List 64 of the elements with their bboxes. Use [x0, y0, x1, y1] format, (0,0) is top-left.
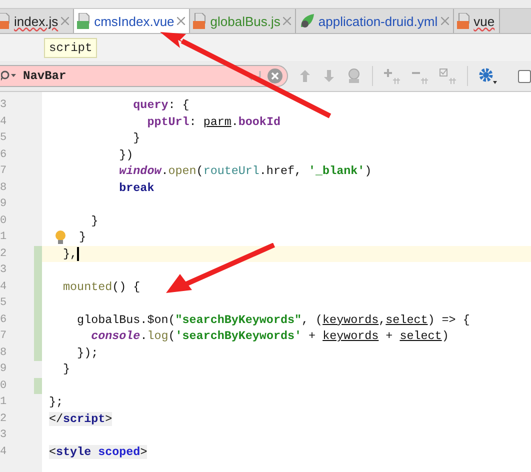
line-number: 6: [0, 312, 8, 328]
search-icon: [1, 70, 17, 82]
vue-file-icon: [77, 13, 92, 29]
code-line: };: [49, 395, 64, 410]
lightbulb-icon[interactable]: [55, 230, 66, 245]
line-number: 5: [0, 131, 8, 146]
line-number: 1: [0, 395, 8, 410]
line-number: 9: [0, 197, 8, 212]
line-number: 5: [0, 296, 8, 312]
line-number: 2: [0, 412, 8, 427]
settings-icon[interactable]: [478, 67, 498, 85]
line-number: 8: [0, 180, 8, 196]
editor-tab[interactable]: application-druid.yml: [296, 9, 454, 33]
code-line: mounted() {: [62, 280, 140, 294]
line-number: 0: [0, 378, 8, 394]
line-number: 4: [0, 114, 8, 130]
js-file-icon: [0, 13, 11, 29]
badge-icon[interactable]: [346, 68, 362, 84]
editor-tab[interactable]: index.js: [0, 9, 74, 33]
code-line: }: [79, 230, 86, 244]
line-number: 3: [0, 428, 8, 444]
arrow-up-icon[interactable]: [298, 69, 312, 83]
line-number: 2: [0, 246, 8, 262]
line-number: 3: [0, 263, 8, 278]
leaf-icon: [299, 13, 316, 29]
line-number: 1: [0, 230, 8, 246]
code-line: });: [76, 346, 98, 360]
search-field[interactable]: NavBar: [0, 65, 288, 87]
js-file-icon: [456, 13, 471, 29]
js-file-icon: [193, 13, 208, 29]
close-icon[interactable]: [440, 17, 449, 25]
close-icon[interactable]: [177, 17, 186, 25]
enter-icon[interactable]: [247, 71, 262, 81]
line-number: 0: [0, 214, 8, 229]
editor-tab[interactable]: cmsIndex.vue: [74, 9, 190, 33]
line-number: 8: [0, 346, 8, 361]
code-line: break: [118, 180, 154, 195]
line-number: 7: [0, 329, 8, 344]
clear-icon[interactable]: [267, 68, 284, 84]
tooltip: script: [44, 38, 98, 58]
close-icon[interactable]: [61, 17, 70, 25]
code-line: globalBus.$on("searchByKeywords", (keywords,select) => {: [76, 312, 470, 327]
line-number: 3: [0, 98, 8, 114]
line-number: 4: [0, 280, 8, 295]
line-number: 6: [0, 148, 8, 163]
text-caret: [77, 246, 80, 261]
code-line: pptUrl: parm.bookId: [146, 114, 280, 129]
close-icon[interactable]: [283, 17, 292, 25]
select-all-icon[interactable]: [439, 68, 458, 84]
code-line: console.log('searchByKeywords' + keywords + select): [90, 329, 449, 344]
line-number: 4: [0, 444, 8, 460]
line-number: 9: [0, 362, 8, 378]
editor-tab[interactable]: vue: [454, 9, 500, 33]
code-line: }: [62, 362, 70, 376]
code-line: query: {: [132, 98, 190, 112]
checkbox[interactable]: [518, 70, 531, 82]
code-line: }): [118, 148, 134, 162]
add-occurrence-icon[interactable]: [383, 68, 402, 84]
line-number: 7: [0, 164, 8, 180]
arrow-down-icon[interactable]: [322, 69, 336, 83]
code-line: }: [90, 214, 98, 228]
code-line: }: [132, 131, 140, 146]
code-line: },: [62, 246, 78, 261]
code-line: window.open(routeUrl.href, '_blank'): [118, 164, 372, 178]
